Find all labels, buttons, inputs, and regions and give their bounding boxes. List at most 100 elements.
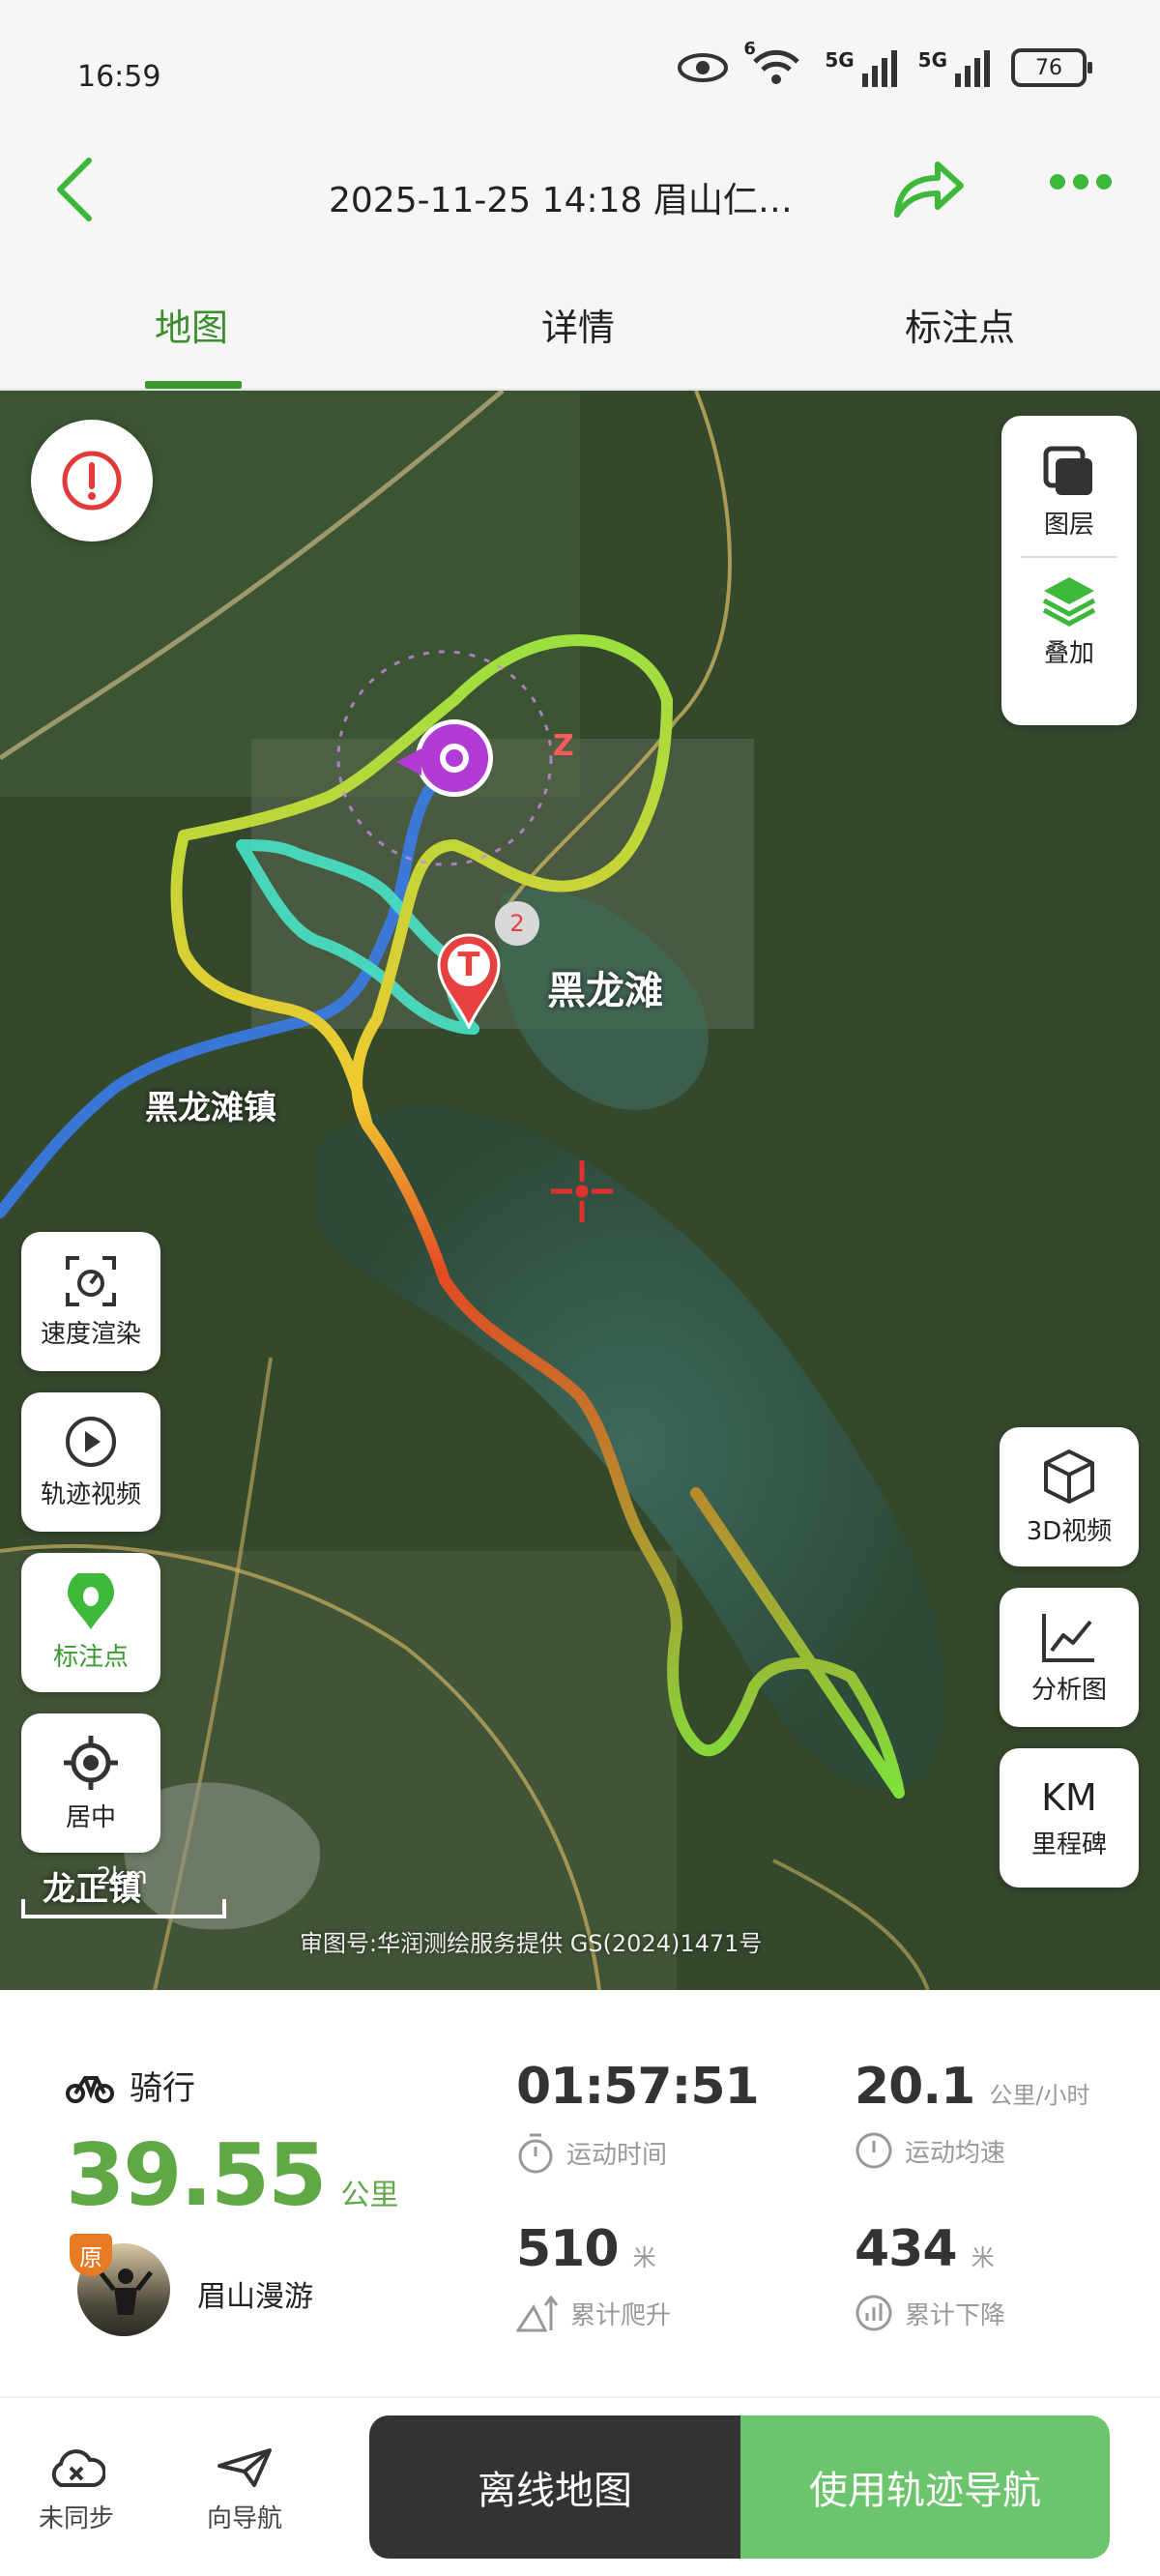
- footprint-pin-icon: [68, 1572, 114, 1629]
- layer-divider: [1021, 556, 1117, 558]
- username[interactable]: 眉山漫游: [197, 2272, 313, 2315]
- more-dot: [1096, 174, 1112, 190]
- alert-circle-icon: [62, 451, 122, 511]
- scale-label: 2km: [97, 1862, 148, 1889]
- speed-render-icon: [66, 1255, 116, 1306]
- cloud-icon: [51, 2449, 105, 2487]
- original-badge: 原: [70, 2234, 112, 2276]
- descent-value: 434: [855, 2220, 958, 2278]
- battery-level: 76: [1035, 55, 1062, 80]
- annotation-button[interactable]: 标注点: [21, 1553, 160, 1692]
- top-app-bar: 2025-11-25 14:18 眉山仁…: [0, 116, 1160, 271]
- signal-icon-1: 5G: [825, 48, 897, 87]
- play-icon: [66, 1416, 116, 1467]
- back-button[interactable]: [46, 151, 104, 228]
- ascent-caption: 累计爬升: [516, 2294, 671, 2332]
- scale-bar: [21, 1899, 226, 1918]
- start-marker[interactable]: T: [437, 932, 501, 1031]
- line-chart-icon: [1042, 1613, 1094, 1662]
- center-label: 居中: [65, 1802, 116, 1832]
- stopwatch-icon: [518, 2133, 553, 2174]
- wifi-badge: 6: [743, 39, 756, 59]
- track-video-button[interactable]: 轨迹视频: [21, 1392, 160, 1532]
- duration-label: 运动时间: [566, 2140, 668, 2170]
- descent-unit: 米: [971, 2244, 995, 2271]
- video-3d-button[interactable]: 3D视频: [1000, 1427, 1139, 1566]
- finish-pointer: [396, 748, 421, 776]
- page-title: 2025-11-25 14:18 眉山仁…: [329, 181, 793, 220]
- speed-render-label: 速度渲染: [40, 1319, 141, 1349]
- network-type-2: 5G: [917, 48, 947, 72]
- eye-icon: [678, 53, 729, 82]
- tab-markers[interactable]: 标注点: [905, 298, 1015, 351]
- distance-value: 39.55: [66, 2125, 327, 2225]
- center-button[interactable]: 居中: [21, 1713, 160, 1853]
- chevron-left-icon: [57, 158, 92, 221]
- status-bar: 16:59 6 5G 5G 76: [0, 0, 1160, 116]
- avg-speed-unit: 公里/小时: [989, 2082, 1090, 2109]
- layer-panel: 图层 叠加: [1001, 416, 1137, 725]
- descent-label: 累计下降: [905, 2300, 1006, 2330]
- duration-value: 01:57:51: [516, 2058, 760, 2116]
- satellite-map: [0, 391, 1160, 1990]
- tab-map[interactable]: 地图: [155, 298, 228, 351]
- track-video-label: 轨迹视频: [40, 1479, 141, 1509]
- speed-render-button[interactable]: 速度渲染: [21, 1232, 160, 1371]
- descent-caption: 累计下降: [855, 2294, 1005, 2332]
- signal-icon-2: 5G: [918, 48, 990, 87]
- avg-speed-label: 运动均速: [905, 2138, 1006, 2168]
- status-time: 16:59: [77, 60, 161, 94]
- place-label-lake: 黑龙滩: [547, 969, 663, 1013]
- end-marker-label: Z: [553, 729, 574, 763]
- tab-details[interactable]: 详情: [541, 298, 615, 351]
- network-type-1: 5G: [825, 48, 855, 72]
- map-copyright: 审图号:华润测绘服务提供 GS(2024)1471号: [300, 1930, 763, 1957]
- more-dot: [1073, 174, 1088, 190]
- mountain-up-icon: [516, 2295, 559, 2332]
- share-button[interactable]: [889, 155, 967, 222]
- cloud-sync-button[interactable]: 未同步: [39, 2446, 114, 2534]
- offline-map-button[interactable]: 离线地图: [369, 2415, 740, 2559]
- map-view[interactable]: T 2 Z 黑龙滩镇 龙正镇 黑龙滩 图层 叠加 速度渲染 轨迹视频 标注点 居…: [0, 391, 1160, 1990]
- analysis-label: 分析图: [1030, 1675, 1107, 1705]
- send-to-navigation-button[interactable]: 向导航: [207, 2446, 282, 2534]
- ascent-label: 累计爬升: [570, 2300, 672, 2330]
- video-3d-label: 3D视频: [1026, 1516, 1113, 1546]
- sport-type: 骑行: [66, 2062, 195, 2109]
- finish-marker[interactable]: [416, 719, 493, 797]
- overlap-badge: 2: [495, 901, 539, 946]
- analysis-button[interactable]: 分析图: [1000, 1588, 1139, 1727]
- duration-caption: 运动时间: [516, 2131, 759, 2174]
- share-arrow-icon: [894, 161, 964, 218]
- wifi-icon: 6: [743, 39, 803, 91]
- finish-dot-icon: [440, 744, 469, 773]
- cube-3d-icon: [1044, 1449, 1094, 1504]
- ascent-unit: 米: [632, 2244, 656, 2271]
- place-label-town1: 黑龙滩镇: [145, 1089, 276, 1127]
- status-icons: 6 5G 5G 76: [678, 39, 1092, 91]
- annotation-label: 标注点: [52, 1642, 129, 1672]
- map-layer-icon: [1043, 446, 1092, 495]
- map-layer-button[interactable]: 图层: [1042, 445, 1096, 541]
- avg-speed-caption: 运动均速: [855, 2131, 1090, 2170]
- more-button[interactable]: [1050, 174, 1112, 190]
- alert-button[interactable]: [31, 420, 153, 542]
- stat-avg-speed: 20.1 公里/小时 运动均速: [855, 2058, 1090, 2170]
- stats-panel: 骑行 39.55 公里 原 眉山漫游 01:57:51 运动时间 20.1 公里…: [0, 1990, 1160, 2396]
- paper-plane-icon: [218, 2448, 272, 2487]
- tab-indicator: [145, 381, 242, 389]
- overlay-button[interactable]: 叠加: [1040, 573, 1098, 669]
- stat-descent: 434 米 累计下降: [855, 2220, 1005, 2332]
- navigate-track-button[interactable]: 使用轨迹导航: [740, 2415, 1110, 2559]
- total-distance: 39.55 公里: [66, 2125, 398, 2225]
- distance-unit: 公里: [340, 2179, 399, 2212]
- sport-label: 骑行: [130, 2069, 195, 2108]
- bar-chart-circle-icon: [856, 2295, 892, 2331]
- km-icon: KM: [1041, 1775, 1097, 1819]
- milestone-label: 里程碑: [1030, 1830, 1107, 1859]
- stat-duration: 01:57:51 运动时间: [516, 2058, 760, 2174]
- cloud-sync-label: 未同步: [39, 2504, 115, 2533]
- milestone-button[interactable]: KM 里程碑: [1000, 1748, 1139, 1888]
- battery-icon: 76: [1011, 48, 1092, 87]
- map-layer-label: 图层: [1043, 511, 1094, 540]
